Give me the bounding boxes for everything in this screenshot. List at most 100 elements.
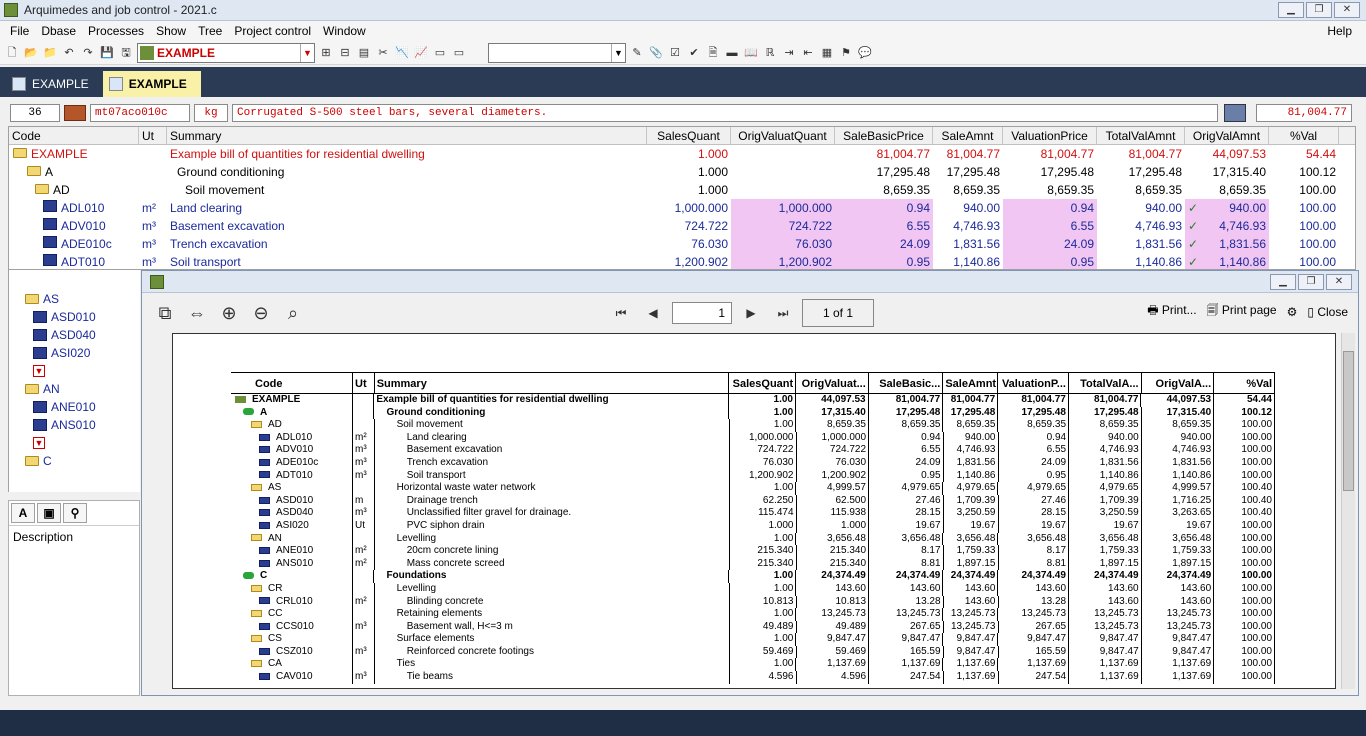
fit-width-icon[interactable]: ⇔ [184,303,210,324]
tree-expand-icon[interactable]: ⊟ [337,45,353,61]
preview-scrollbar[interactable] [1341,333,1355,689]
new-icon[interactable]: 🗋 [4,45,20,61]
save-icon[interactable]: 💾 [99,45,115,61]
tab-example-1[interactable]: EXAMPLE [6,71,103,97]
column-header[interactable]: ValuationPrice [1003,127,1097,144]
attachment-tab-icon[interactable]: ⚲ [63,503,87,523]
table-row[interactable]: AD Soil movement 1.000 8,659.35 8,659.35 8,65… [9,181,1355,199]
entry-total[interactable]: 81,004.77 [1256,104,1352,122]
tree-item[interactable]: ASI020 [9,344,140,362]
chart2-icon[interactable]: 📈 [413,45,429,61]
tree-item[interactable]: ASD010 [9,308,140,326]
flag-icon[interactable]: ⚑ [838,45,854,61]
menu-window[interactable]: Window [317,24,372,38]
zoom-out-icon[interactable]: ⊖ [248,303,274,324]
column-header[interactable]: SalesQuant [647,127,731,144]
column-header[interactable]: OrigValuatQuant [731,127,835,144]
tree-item[interactable]: ASD040 [9,326,140,344]
print-page-button[interactable]: 🗐 Print page [1207,301,1277,322]
menu-processes[interactable]: Processes [82,24,150,38]
table-icon[interactable]: ▦ [819,45,835,61]
project-combo[interactable]: EXAMPLE ▼ [137,42,315,63]
restore-button[interactable]: ❐ [1306,2,1332,18]
entry-number[interactable]: 36 [10,104,60,122]
entry-summary[interactable]: Corrugated S-500 steel bars, several dia… [232,104,1218,122]
menu-show[interactable]: Show [150,24,192,38]
entry-unit[interactable]: kg [194,104,228,122]
menu-tree[interactable]: Tree [192,24,228,38]
minimize-button[interactable]: ▁ [1270,274,1296,290]
open-icon[interactable]: 📂 [23,45,39,61]
book-icon[interactable]: 📖 [743,45,759,61]
document-icon[interactable]: 🗎 [705,45,721,61]
table-row[interactable]: ADV010 m³ Basement excavation 724.722 724.72… [9,217,1355,235]
page-width-icon[interactable]: ⧉ [152,303,178,324]
column-header[interactable]: %Val [1269,127,1339,144]
menu-project-control[interactable]: Project control [228,24,317,38]
column-header[interactable]: SaleAmnt [933,127,1003,144]
check-icon[interactable]: ☑ [667,45,683,61]
chart-icon[interactable]: 📉 [394,45,410,61]
window-icon[interactable]: ▭ [432,45,448,61]
menu-dbase[interactable]: Dbase [35,24,82,38]
calculator-icon[interactable] [1224,104,1246,122]
column-header[interactable]: SaleBasicPrice [835,127,933,144]
first-page-icon[interactable]: ⏮ [608,306,634,321]
zoom-in-icon[interactable]: ⊕ [216,303,242,324]
column-header[interactable]: Ut [139,127,167,144]
column-header[interactable]: Summary [167,127,647,144]
page-input[interactable]: 1 [672,302,732,324]
tab-example-2[interactable]: EXAMPLE [102,71,201,97]
tree-item-new[interactable]: ▼ [9,434,140,452]
table-row[interactable]: EXAMPLE Example bill of quantities for re… [9,145,1355,163]
entry-code[interactable]: mt07aco010c [90,104,190,122]
tree-item[interactable]: ANS010 [9,416,140,434]
close-button[interactable]: ▯ Close [1307,305,1348,319]
table-row[interactable]: A Ground conditioning 1.000 17,295.48 17,295… [9,163,1355,181]
text-tab-icon[interactable]: A [11,503,35,523]
prev-page-icon[interactable]: ◀ [640,306,666,320]
table-row[interactable]: ADE010c m³ Trench excavation 76.030 76.030 24… [9,235,1355,253]
note-icon[interactable]: ✎ [629,45,645,61]
tree-item[interactable]: ANE010 [9,398,140,416]
scroll-thumb[interactable] [1343,351,1354,491]
minimize-button[interactable]: ▁ [1278,2,1304,18]
window2-icon[interactable]: ▭ [451,45,467,61]
open-recent-icon[interactable]: 📁 [42,45,58,61]
close-window-button[interactable]: ✕ [1326,274,1352,290]
column-header[interactable]: TotalValAmnt [1097,127,1185,144]
menu-help[interactable]: Help [1321,24,1358,38]
save-as-icon[interactable]: 🖫 [118,45,134,61]
table-row[interactable]: ADT010 m³ Soil transport 1,200.902 1,200.902… [9,253,1355,269]
column-header[interactable]: Code [9,127,139,144]
zoom-fit-icon[interactable]: ⌕ [280,303,306,324]
attach-icon[interactable]: 📎 [648,45,664,61]
menu-file[interactable]: File [4,24,35,38]
image-tab-icon[interactable]: ▣ [37,503,61,523]
restore-button[interactable]: ❐ [1298,274,1324,290]
redo-icon[interactable]: ↷ [80,45,96,61]
table-row[interactable]: ADL010 m² Land clearing 1,000.000 1,000.000 0… [9,199,1355,217]
tree-item[interactable]: AS [9,290,140,308]
export-icon[interactable]: ⇥ [781,45,797,61]
last-page-icon[interactable]: ⏭ [770,306,796,321]
tree-item-new[interactable]: ▼ [9,362,140,380]
tree-item[interactable]: AN [9,380,140,398]
gear-icon[interactable]: ⚙ [1287,305,1298,319]
tree-item[interactable]: C [9,452,140,470]
column-header[interactable]: OrigValAmnt [1185,127,1269,144]
tools-icon[interactable]: ✂ [375,45,391,61]
certify-icon[interactable]: ✔ [686,45,702,61]
close-window-button[interactable]: ✕ [1334,2,1360,18]
resources-icon[interactable]: ℝ [762,45,778,61]
filter-combo[interactable]: ▼ [488,42,626,63]
undo-icon[interactable]: ↶ [61,45,77,61]
import-icon[interactable]: ⇤ [800,45,816,61]
tree-add-icon[interactable]: ⊞ [318,45,334,61]
chevron-down-icon[interactable]: ▼ [611,43,625,62]
report-icon[interactable]: ▤ [356,45,372,61]
comment-icon[interactable]: 💬 [857,45,873,61]
chevron-down-icon[interactable]: ▼ [300,43,314,62]
print-button[interactable]: 🖶 Print... [1147,301,1196,322]
next-page-icon[interactable]: ▶ [738,306,764,320]
